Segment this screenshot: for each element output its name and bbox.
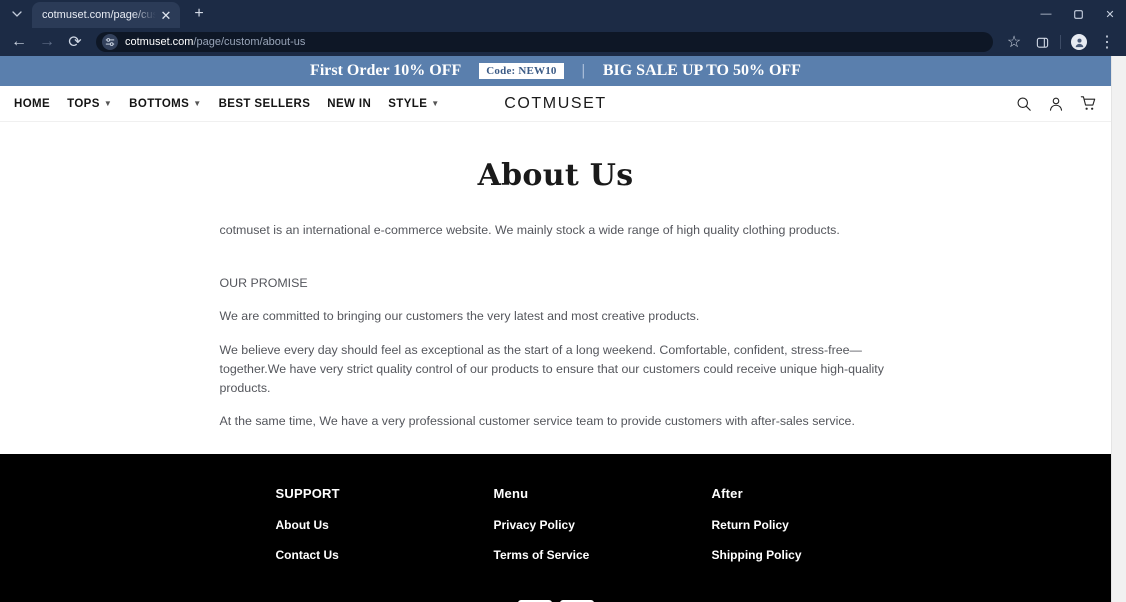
- nav-label: BEST SELLERS: [218, 97, 311, 110]
- nav-item-style[interactable]: STYLE ▼: [388, 98, 439, 110]
- promise-heading: OUR PROMISE: [219, 276, 308, 291]
- chevron-down-icon: ▼: [103, 99, 113, 108]
- page-title: About Us: [477, 158, 634, 193]
- footer-column-after: After Return Policy Shipping Policy: [712, 486, 836, 578]
- search-icon[interactable]: [1016, 96, 1032, 112]
- forward-icon[interactable]: →: [34, 30, 60, 54]
- url-domain: cotmuset.com: [125, 36, 194, 48]
- new-tab-button[interactable]: +: [186, 1, 212, 27]
- url-path: /page/custom/about-us: [193, 36, 306, 48]
- maximize-button[interactable]: [1062, 0, 1094, 28]
- url-text: cotmuset.com/page/custom/about-us: [125, 36, 305, 48]
- nav-item-new-in[interactable]: NEW IN: [327, 98, 371, 110]
- toolbar-divider: [1060, 35, 1061, 49]
- minimize-button[interactable]: —: [1030, 0, 1062, 28]
- profile-avatar-icon[interactable]: [1066, 30, 1092, 54]
- main-navigation: HOME TOPS ▼ BOTTOMS ▼ BEST SELLERS NEW I: [14, 98, 440, 110]
- paragraph-service: At the same time, We have a very profess…: [219, 414, 855, 429]
- chevron-down-icon: ▼: [193, 99, 202, 108]
- footer-columns: SUPPORT About Us Contact Us Menu Privacy…: [276, 486, 836, 578]
- footer-column-support: SUPPORT About Us Contact Us: [276, 486, 494, 578]
- browser-toolbar: ← → ⟳ cotmuset.com/page/custom/about-us …: [0, 28, 1126, 56]
- intro-paragraph: cotmuset is an international e-commerce …: [219, 223, 840, 237]
- site-settings-icon[interactable]: [102, 34, 118, 50]
- chevron-down-icon: ▼: [431, 99, 440, 108]
- address-bar[interactable]: cotmuset.com/page/custom/about-us: [96, 32, 993, 52]
- split-panel-icon[interactable]: [1029, 30, 1055, 54]
- promo-sale-text: BIG SALE UP TO 50% OFF: [602, 62, 801, 79]
- footer-link-return-policy[interactable]: Return Policy: [712, 518, 836, 532]
- site-footer: SUPPORT About Us Contact Us Menu Privacy…: [0, 453, 1111, 602]
- nav-label: STYLE: [388, 97, 428, 110]
- footer-link-contact-us[interactable]: Contact Us: [276, 548, 494, 562]
- window-controls: — ✕: [1030, 0, 1126, 28]
- main-content: About Us cotmuset is an international e-…: [0, 122, 1111, 432]
- paragraph-commitment: We are committed to bringing our custome…: [219, 309, 700, 324]
- browser-tab[interactable]: cotmuset.com/page/custom/ab ✕: [32, 2, 180, 28]
- footer-column-menu: Menu Privacy Policy Terms of Service: [494, 486, 712, 578]
- footer-link-terms-of-service[interactable]: Terms of Service: [494, 548, 712, 562]
- reload-icon[interactable]: ⟳: [62, 30, 88, 54]
- footer-link-about-us[interactable]: About Us: [276, 518, 494, 532]
- site-header: HOME TOPS ▼ BOTTOMS ▼ BEST SELLERS NEW I: [0, 86, 1111, 122]
- bookmark-star-icon[interactable]: ☆: [1001, 30, 1027, 54]
- web-page: First Order 10% OFF Code: NEW10 | BIG SA…: [0, 56, 1111, 602]
- nav-item-home[interactable]: HOME: [14, 98, 50, 110]
- tab-strip: cotmuset.com/page/custom/ab ✕ + — ✕: [0, 0, 1126, 28]
- browser-window: cotmuset.com/page/custom/ab ✕ + — ✕ ← → …: [0, 0, 1126, 602]
- back-icon[interactable]: ←: [6, 30, 32, 54]
- tab-search-icon[interactable]: [4, 1, 30, 27]
- about-content: cotmuset is an international e-commerce …: [220, 193, 892, 432]
- nav-label: HOME: [14, 97, 51, 110]
- close-window-button[interactable]: ✕: [1094, 0, 1126, 28]
- nav-item-best-sellers[interactable]: BEST SELLERS: [219, 98, 311, 110]
- paragraph-quality: We believe every day should feel as exce…: [219, 342, 884, 396]
- footer-link-privacy-policy[interactable]: Privacy Policy: [494, 518, 712, 532]
- footer-link-shipping-policy[interactable]: Shipping Policy: [712, 548, 836, 562]
- footer-heading: SUPPORT: [275, 485, 340, 501]
- nav-label: NEW IN: [327, 97, 372, 110]
- promo-banner: First Order 10% OFF Code: NEW10 | BIG SA…: [0, 56, 1111, 86]
- nav-label: TOPS: [67, 97, 100, 110]
- cart-icon[interactable]: [1080, 95, 1097, 112]
- header-actions: [1016, 95, 1097, 112]
- footer-heading: Menu: [493, 485, 529, 501]
- promo-divider: |: [581, 62, 585, 79]
- page-viewport: First Order 10% OFF Code: NEW10 | BIG SA…: [0, 56, 1126, 602]
- footer-heading: After: [711, 485, 743, 501]
- tab-close-icon[interactable]: ✕: [158, 7, 174, 23]
- promo-offer-text: First Order 10% OFF: [310, 62, 462, 79]
- nav-label: BOTTOMS: [129, 97, 190, 110]
- browser-menu-icon[interactable]: ⋮: [1094, 30, 1120, 54]
- page-scrollbar[interactable]: [1111, 56, 1126, 602]
- account-icon[interactable]: [1048, 96, 1064, 112]
- tab-title: cotmuset.com/page/custom/ab: [42, 9, 158, 21]
- promo-code-badge: Code: NEW10: [479, 63, 564, 79]
- nav-item-tops[interactable]: TOPS ▼: [67, 98, 112, 110]
- nav-item-bottoms[interactable]: BOTTOMS ▼: [129, 98, 201, 110]
